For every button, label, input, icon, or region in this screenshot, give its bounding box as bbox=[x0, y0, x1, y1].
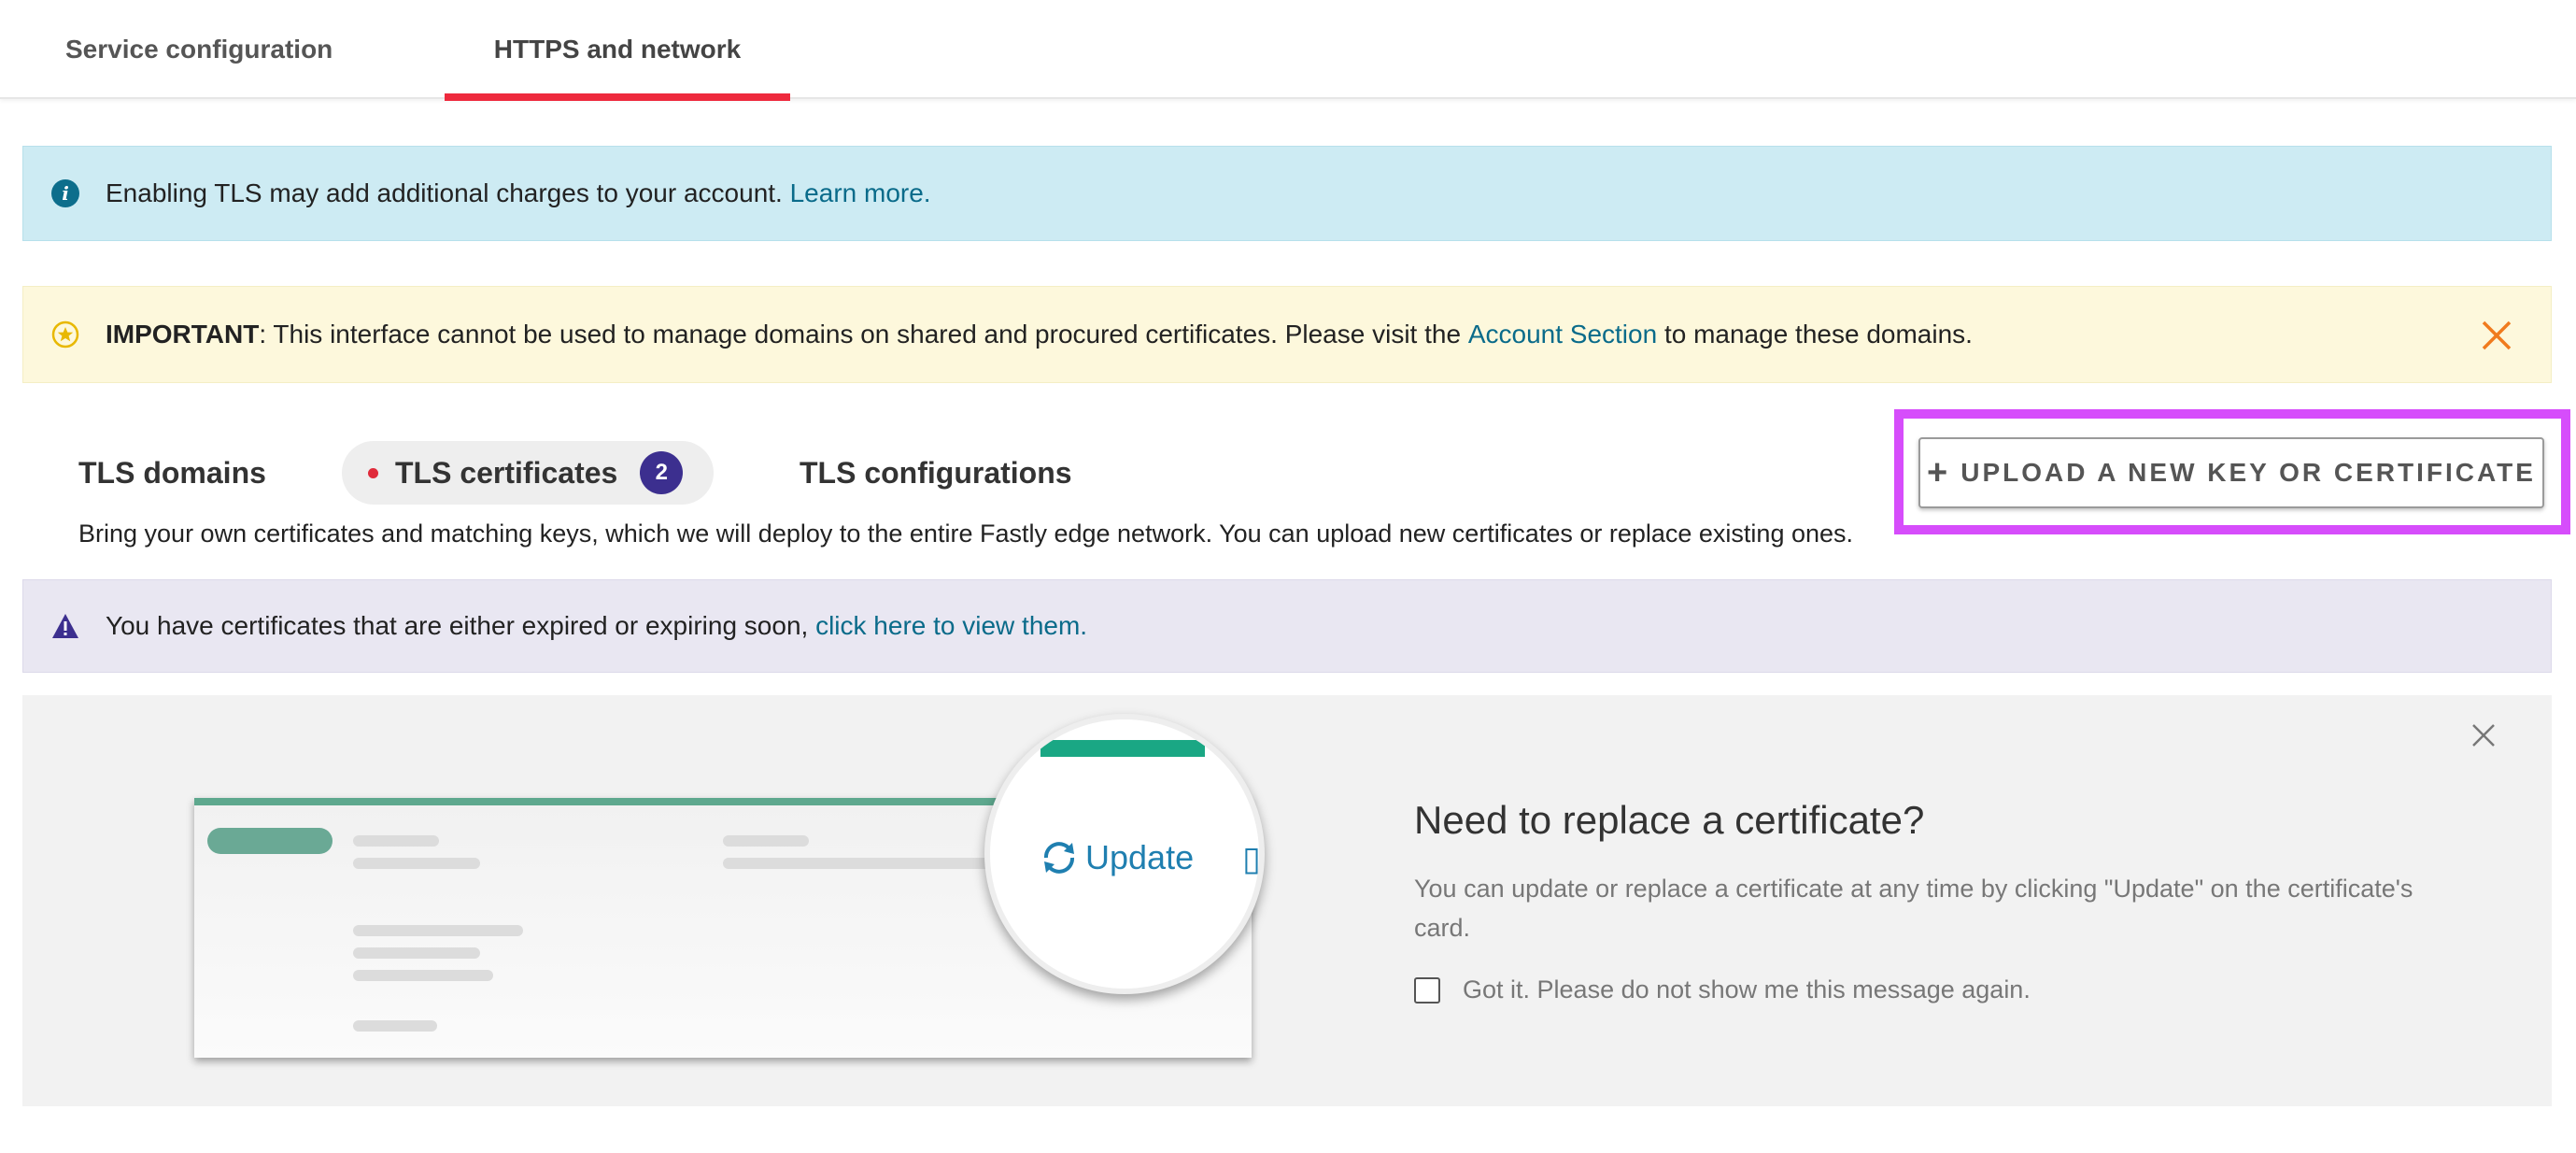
important-alert: IMPORTANT: This interface cannot be used… bbox=[22, 286, 2552, 383]
card-pill bbox=[207, 828, 333, 854]
placeholder-line bbox=[723, 835, 809, 847]
close-icon[interactable] bbox=[2468, 719, 2499, 751]
placeholder-line bbox=[353, 835, 439, 847]
subtab-label: TLS domains bbox=[78, 455, 266, 490]
learn-more-link[interactable]: Learn more. bbox=[790, 178, 931, 208]
tab-https-and-network[interactable]: HTTPS and network bbox=[445, 0, 790, 101]
subtab-tls-domains[interactable]: TLS domains bbox=[78, 441, 266, 505]
update-illustration: Update bbox=[1039, 837, 1194, 878]
promo-text: You can update or replace a certificate … bbox=[1414, 875, 2413, 942]
placeholder-line bbox=[353, 947, 480, 959]
important-text: : This interface cannot be used to manag… bbox=[259, 320, 1462, 349]
count-badge: 2 bbox=[640, 451, 684, 494]
placeholder-line bbox=[353, 1020, 437, 1032]
placeholder-line bbox=[353, 925, 523, 936]
subtab-label: TLS certificates bbox=[395, 455, 618, 490]
expiring-certificates-alert: You have certificates that are either ex… bbox=[22, 579, 2552, 673]
magnifier-bar bbox=[1040, 740, 1205, 757]
certificate-card-illustration: Update ▯ bbox=[172, 714, 1283, 1106]
tls-charges-text: Enabling TLS may add additional charges … bbox=[106, 178, 783, 207]
star-icon bbox=[50, 319, 81, 350]
subtab-tls-configurations[interactable]: TLS configurations bbox=[800, 441, 1072, 505]
placeholder-line bbox=[723, 858, 994, 869]
update-label: Update bbox=[1085, 838, 1195, 876]
expiring-text: You have certificates that are either ex… bbox=[106, 611, 809, 640]
warning-icon bbox=[50, 610, 81, 642]
checkbox-box[interactable] bbox=[1414, 976, 1440, 1004]
top-tab-bar: Service configuration HTTPS and network bbox=[0, 0, 2576, 101]
trash-icon: ▯ bbox=[1242, 839, 1261, 877]
tls-charges-alert: i Enabling TLS may add additional charge… bbox=[22, 146, 2552, 241]
checkbox-label: Got it. Please do not show me this messa… bbox=[1463, 975, 2031, 1004]
important-label: IMPORTANT bbox=[106, 320, 260, 349]
placeholder-line bbox=[353, 970, 493, 981]
certificates-description: Bring your own certificates and matching… bbox=[78, 520, 1854, 548]
important-text-end: to manage these domains. bbox=[1663, 320, 1973, 349]
subtab-tls-certificates[interactable]: TLS certificates 2 bbox=[342, 441, 714, 505]
placeholder-line bbox=[353, 858, 480, 869]
refresh-icon bbox=[1044, 842, 1074, 874]
status-dot bbox=[368, 467, 378, 478]
svg-text:i: i bbox=[62, 182, 69, 205]
tab-service-configuration[interactable]: Service configuration bbox=[65, 0, 346, 99]
info-icon: i bbox=[50, 178, 81, 209]
upload-button-label: UPLOAD A NEW KEY OR CERTIFICATE bbox=[1960, 458, 2536, 487]
plus-icon: + bbox=[1927, 452, 1948, 492]
dont-show-again-checkbox[interactable]: Got it. Please do not show me this messa… bbox=[1414, 975, 2031, 1004]
magnifier: Update ▯ bbox=[984, 714, 1265, 994]
promo-title: Need to replace a certificate? bbox=[1414, 798, 1925, 842]
close-icon[interactable] bbox=[2478, 317, 2515, 354]
account-section-link[interactable]: Account Section bbox=[1468, 320, 1657, 349]
upload-key-or-certificate-button[interactable]: + UPLOAD A NEW KEY OR CERTIFICATE bbox=[1918, 437, 2544, 508]
subtab-label: TLS configurations bbox=[800, 455, 1072, 490]
view-expiring-link[interactable]: click here to view them. bbox=[815, 611, 1087, 641]
replace-certificate-tip: Update ▯ Need to replace a certificate? … bbox=[22, 695, 2552, 1106]
